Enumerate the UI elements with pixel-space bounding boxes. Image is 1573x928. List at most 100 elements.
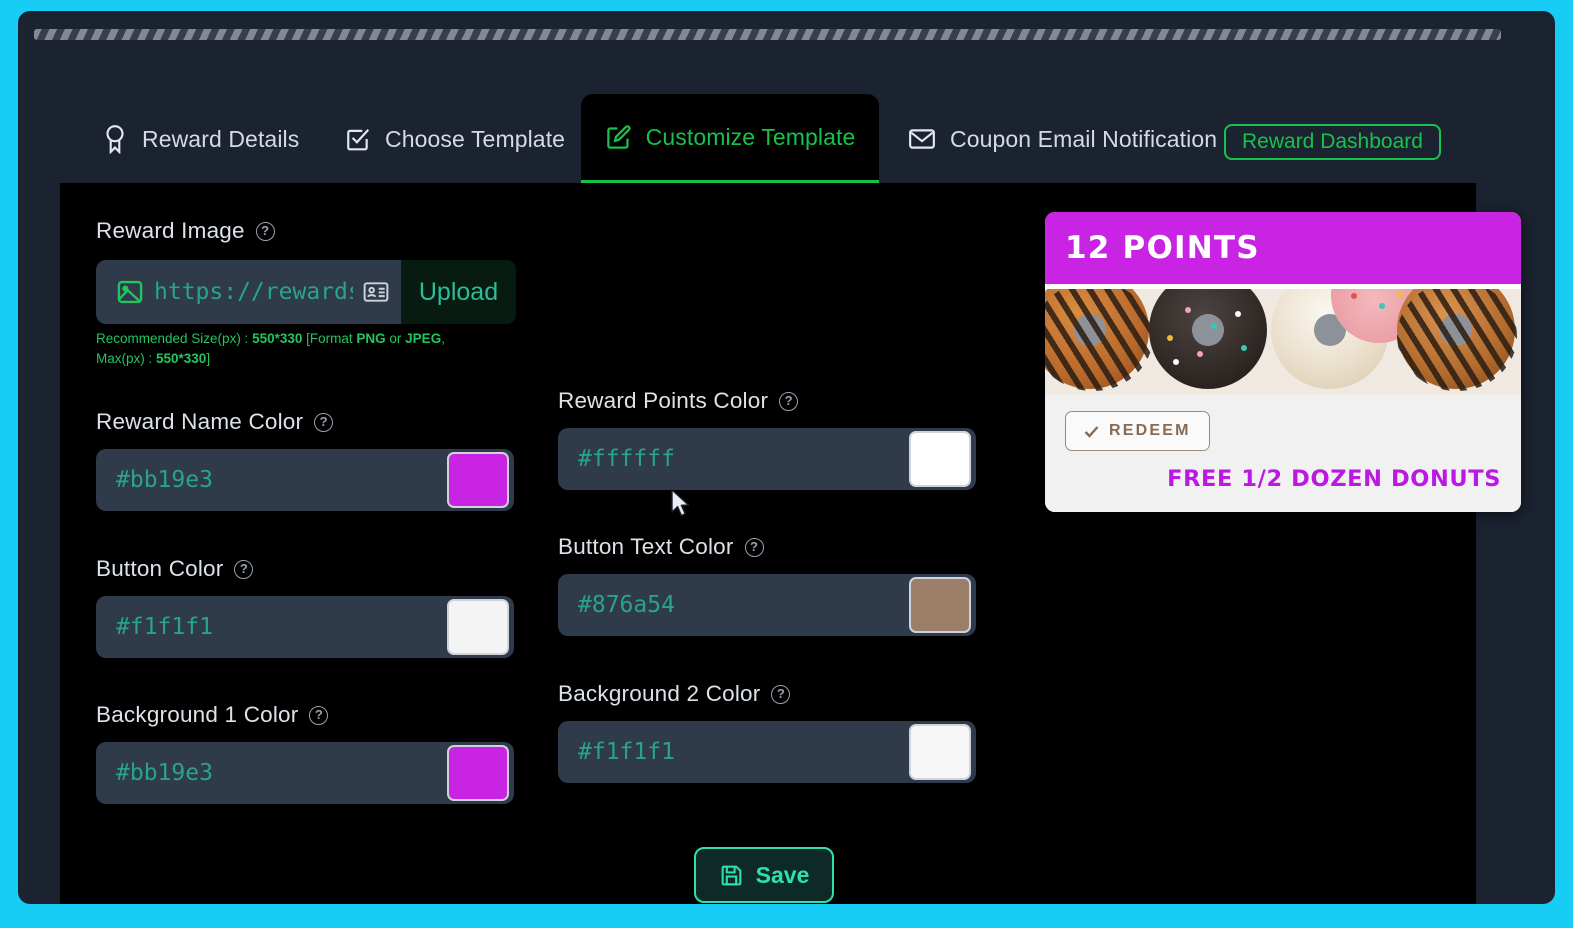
note-png: PNG bbox=[356, 331, 386, 346]
tab-choose-template[interactable]: Choose Template bbox=[323, 94, 587, 184]
note-jpeg: JPEG bbox=[405, 331, 442, 346]
background2-color-hex-input[interactable] bbox=[563, 739, 909, 765]
upload-button[interactable]: Upload bbox=[401, 260, 516, 324]
button-color-swatch[interactable] bbox=[447, 599, 509, 655]
reward-dashboard-button[interactable]: Reward Dashboard bbox=[1224, 124, 1441, 160]
reward-points-color-input-wrap bbox=[558, 428, 976, 490]
note-prefix: Recommended Size(px) : bbox=[96, 331, 253, 346]
reward-name-color-label: Reward Name Color ? bbox=[96, 409, 514, 435]
background2-color-help-icon[interactable]: ? bbox=[771, 684, 791, 704]
save-button[interactable]: Save bbox=[694, 847, 834, 903]
background2-color-label: Background 2 Color ? bbox=[558, 681, 976, 707]
tab-customize-template[interactable]: Customize Template bbox=[581, 94, 879, 184]
background2-color-input-wrap bbox=[558, 721, 976, 783]
preview-reward-image bbox=[1045, 289, 1521, 395]
preview-reward-name: FREE 1/2 DOZEN DONUTS bbox=[1167, 466, 1501, 492]
background1-color-label: Background 1 Color ? bbox=[96, 702, 514, 728]
sprinkle bbox=[1167, 335, 1173, 341]
background1-color-label-text: Background 1 Color bbox=[96, 702, 299, 727]
reward-image-help-icon[interactable]: ? bbox=[255, 221, 275, 241]
reward-points-color-help-icon[interactable]: ? bbox=[779, 391, 799, 411]
tab-coupon-email-notification[interactable]: Coupon Email Notification bbox=[886, 94, 1239, 184]
sprinkle bbox=[1397, 291, 1403, 297]
sprinkle bbox=[1197, 351, 1203, 357]
button-text-color-help-icon[interactable]: ? bbox=[744, 537, 764, 557]
sprinkle bbox=[1185, 307, 1191, 313]
donut-drizzle-graphic bbox=[1397, 289, 1517, 391]
button-color-label: Button Color ? bbox=[96, 556, 514, 582]
background1-color-swatch[interactable] bbox=[447, 745, 509, 801]
background2-color-swatch[interactable] bbox=[909, 724, 971, 780]
background2-color-label-text: Background 2 Color bbox=[558, 681, 761, 706]
note-comma: , bbox=[441, 331, 445, 346]
background1-color-input-wrap bbox=[96, 742, 514, 804]
tab-reward-details[interactable]: Reward Details bbox=[80, 94, 321, 184]
tab-reward-details-label: Reward Details bbox=[142, 125, 300, 152]
tab-coupon-email-label: Coupon Email Notification bbox=[950, 125, 1218, 152]
field-reward-name-color: Reward Name Color ? bbox=[96, 409, 514, 511]
button-color-help-icon[interactable]: ? bbox=[234, 559, 254, 579]
reward-name-color-help-icon[interactable]: ? bbox=[314, 412, 334, 432]
redeem-button-label: REDEEM bbox=[1109, 422, 1191, 439]
button-text-color-input-wrap bbox=[558, 574, 976, 636]
note-size-1: 550*330 bbox=[252, 331, 303, 346]
background1-color-help-icon[interactable]: ? bbox=[309, 705, 329, 725]
tab-customize-template-label: Customize Template bbox=[645, 123, 856, 150]
image-placeholder-icon bbox=[116, 278, 144, 306]
field-button-color: Button Color ? bbox=[96, 556, 514, 658]
reward-points-color-swatch[interactable] bbox=[909, 431, 971, 487]
reward-points-color-label: Reward Points Color ? bbox=[558, 388, 976, 414]
reward-image-label-text: Reward Image bbox=[96, 218, 245, 243]
background1-color-hex-input[interactable] bbox=[101, 760, 447, 786]
preview-body: REDEEM FREE 1/2 DOZEN DONUTS bbox=[1045, 395, 1521, 512]
note-max-prefix: Max(px) : bbox=[96, 351, 157, 366]
save-button-label: Save bbox=[755, 861, 810, 888]
sprinkle bbox=[1351, 293, 1357, 299]
application-window: Reward Details Choose Template Customize… bbox=[18, 11, 1555, 904]
reward-name-color-label-text: Reward Name Color bbox=[96, 409, 304, 434]
field-reward-points-color: Reward Points Color ? bbox=[558, 388, 976, 490]
contact-card-icon[interactable] bbox=[363, 281, 389, 303]
checked-square-icon bbox=[345, 126, 371, 152]
sprinkle bbox=[1379, 303, 1385, 309]
note-or: or bbox=[385, 331, 406, 346]
reward-name-color-swatch[interactable] bbox=[447, 452, 509, 508]
reward-points-color-hex-input[interactable] bbox=[563, 446, 909, 472]
note-mid: [Format bbox=[302, 331, 357, 346]
field-background2-color: Background 2 Color ? bbox=[558, 681, 976, 783]
preview-points-text: 12 POINTS bbox=[1065, 230, 1260, 266]
button-text-color-hex-input[interactable] bbox=[563, 592, 909, 618]
sprinkle bbox=[1235, 311, 1241, 317]
sprinkle bbox=[1241, 345, 1247, 351]
reward-name-color-hex-input[interactable] bbox=[101, 467, 447, 493]
field-button-text-color: Button Text Color ? bbox=[558, 534, 976, 636]
button-text-color-swatch[interactable] bbox=[909, 577, 971, 633]
donut-drizzle-graphic bbox=[1045, 289, 1153, 391]
button-color-input-wrap bbox=[96, 596, 514, 658]
sprinkle bbox=[1211, 323, 1217, 329]
award-ribbon-icon bbox=[102, 124, 128, 154]
button-color-label-text: Button Color bbox=[96, 556, 224, 581]
window-drag-handle[interactable] bbox=[34, 29, 1501, 40]
envelope-icon bbox=[908, 127, 936, 151]
check-icon bbox=[1084, 425, 1099, 438]
edit-pencil-square-icon bbox=[605, 124, 632, 151]
button-color-hex-input[interactable] bbox=[101, 614, 447, 640]
button-text-color-label-text: Button Text Color bbox=[558, 534, 734, 559]
button-text-color-label: Button Text Color ? bbox=[558, 534, 976, 560]
reward-image-url-input[interactable] bbox=[144, 279, 363, 305]
tab-choose-template-label: Choose Template bbox=[385, 125, 566, 152]
note-close: ] bbox=[206, 351, 211, 366]
reward-image-size-note: Recommended Size(px) : 550*330 [Format P… bbox=[96, 329, 496, 369]
reward-points-color-label-text: Reward Points Color bbox=[558, 388, 769, 413]
floppy-disk-icon bbox=[719, 863, 744, 888]
reward-name-color-input-wrap bbox=[96, 449, 514, 511]
preview-header: 12 POINTS bbox=[1045, 212, 1521, 284]
redeem-button[interactable]: REDEEM bbox=[1065, 411, 1210, 451]
reward-coupon-preview-card: 12 POINTS REDEEM FREE 1/2 DOZEN DONUTS bbox=[1045, 212, 1521, 512]
reward-image-label: Reward Image ? bbox=[96, 218, 275, 244]
reward-image-upload-row: Upload bbox=[96, 260, 516, 324]
note-size-2: 550*330 bbox=[156, 351, 207, 366]
sprinkle bbox=[1173, 359, 1179, 365]
field-background1-color: Background 1 Color ? bbox=[96, 702, 514, 804]
